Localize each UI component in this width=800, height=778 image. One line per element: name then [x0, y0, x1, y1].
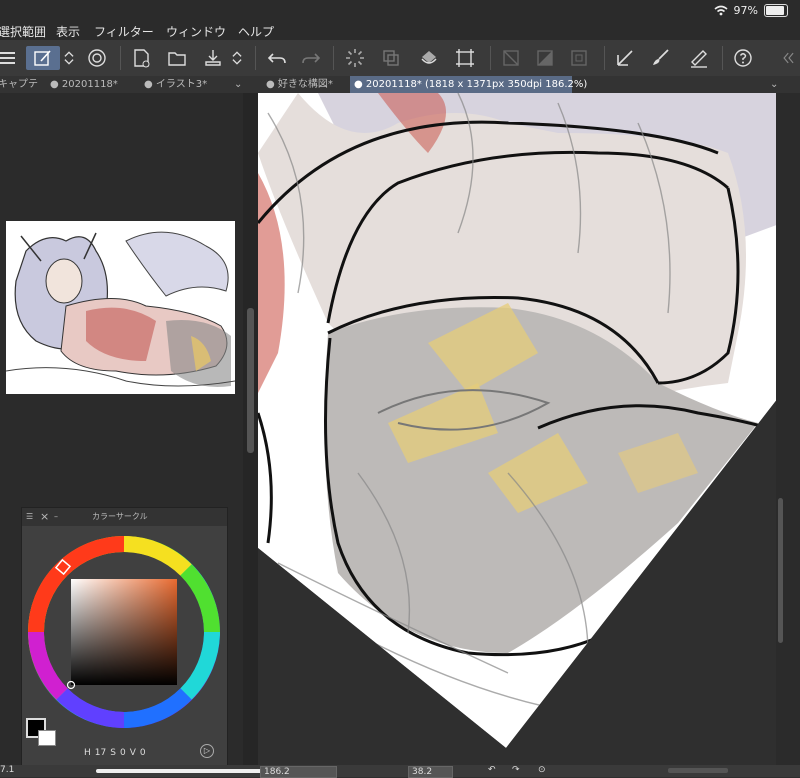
panel-menu-icon[interactable]: ☰ [26, 508, 33, 526]
canvas-scrollbar-thumb[interactable] [778, 498, 783, 643]
fill-bucket-icon[interactable] [416, 46, 442, 70]
status-bar: 97% [714, 4, 788, 17]
tab-left-1[interactable]: ● 20201118* [46, 76, 118, 93]
bottom-bar: 7.1 186.2 38.2 ↶ ↷ ⊙ [0, 765, 800, 778]
zoom-slider[interactable] [96, 769, 266, 773]
edit-layer-icon[interactable] [26, 46, 60, 70]
close-icon[interactable]: × [40, 508, 49, 526]
hsv-readout: H 17 S 0 V 0 [84, 748, 146, 758]
tab-left-0[interactable]: キャプテ [0, 76, 38, 93]
menu-bar: 選択範囲 表示 フィルター ウィンドウ ヘルプ 97% [0, 0, 800, 40]
color-panel-header: ☰ × – カラーサークル [22, 508, 227, 526]
sub-color-swatch[interactable] [38, 730, 56, 746]
chevron-left-double-icon[interactable] [780, 46, 798, 70]
h-label: H [84, 748, 91, 758]
bottom-scroll-thumb[interactable] [668, 768, 728, 773]
navigator-panel: ☰ × – カラーサークル H 17 S 0 V 0 ▷ [0, 93, 243, 767]
transform-icon[interactable] [452, 46, 478, 70]
tab-left-2[interactable]: ● イラスト3* [140, 76, 207, 93]
brush-icon[interactable] [648, 46, 674, 70]
canvas-tab-bar: ● 好きな構図* ● 20201118* (1818 x 1371px 350d… [258, 76, 800, 93]
chevron-down-icon[interactable]: ⌄ [230, 76, 242, 93]
tab-left-2-label: イラスト3* [155, 79, 208, 90]
angle-field[interactable]: 38.2 [408, 766, 453, 778]
chevron-updown-icon[interactable] [60, 46, 78, 70]
spiral-icon[interactable] [84, 46, 110, 70]
color-wheel-panel: ☰ × – カラーサークル H 17 S 0 V 0 ▷ [21, 507, 228, 767]
wifi-icon [714, 5, 728, 16]
color-panel-title: カラーサークル [92, 512, 148, 521]
play-icon[interactable]: ▷ [200, 744, 214, 758]
h-value: 17 [94, 748, 107, 758]
battery-icon [764, 4, 788, 17]
panel-scrollbar[interactable] [243, 93, 258, 765]
save-icon[interactable] [200, 46, 226, 70]
tab-canvas-0-label: 好きな構図* [277, 79, 333, 90]
tab-canvas-1[interactable]: ● 20201118* (1818 x 1371px 350dpi 186.2%… [350, 76, 587, 93]
rotate-left-icon[interactable]: ↶ [488, 765, 496, 775]
open-folder-icon[interactable] [164, 46, 190, 70]
drawing-canvas[interactable] [258, 93, 782, 765]
redo-icon[interactable] [298, 46, 324, 70]
s-value: 0 [119, 748, 126, 758]
v-value: 0 [139, 748, 146, 758]
zoom-field[interactable]: 186.2 [260, 766, 337, 778]
new-file-icon[interactable] [128, 46, 154, 70]
left-readout: 7.1 [0, 765, 15, 775]
help-icon[interactable] [730, 46, 756, 70]
command-bar [0, 40, 800, 77]
tab-canvas-0[interactable]: ● 好きな構図* [262, 76, 333, 93]
canvas-scrollbar[interactable] [776, 93, 800, 765]
selection-border-icon[interactable] [566, 46, 592, 70]
minimize-icon[interactable]: – [54, 508, 58, 526]
menu-icon[interactable] [0, 46, 20, 70]
pencil-icon[interactable] [686, 46, 712, 70]
illustration-thumbnail [6, 231, 235, 387]
loading-icon[interactable] [342, 46, 368, 70]
menu-view[interactable]: 表示 [56, 24, 80, 40]
scrollbar-thumb[interactable] [247, 308, 254, 453]
menu-help[interactable]: ヘルプ [238, 24, 274, 40]
s-label: S [110, 748, 116, 758]
canvas-artwork [258, 93, 782, 765]
copy-icon[interactable] [378, 46, 404, 70]
battery-percent: 97% [733, 4, 758, 17]
navigator-thumbnail[interactable] [6, 221, 235, 394]
ruler-pen-icon[interactable] [612, 46, 638, 70]
left-tab-bar: キャプテ ● 20201118* ● イラスト3* ⌄ [0, 76, 258, 93]
rotate-right-icon[interactable]: ↷ [512, 765, 520, 775]
v-label: V [129, 748, 136, 758]
invert-selection-icon[interactable] [532, 46, 558, 70]
tab-canvas-1-label: 20201118* (1818 x 1371px 350dpi 186.2%) [365, 79, 588, 90]
menu-filter[interactable]: フィルター [94, 24, 154, 40]
undo-icon[interactable] [264, 46, 290, 70]
menu-selection[interactable]: 選択範囲 [0, 24, 46, 40]
tab-left-1-label: 20201118* [61, 79, 118, 90]
color-wheel[interactable] [26, 534, 222, 730]
reset-rotation-icon[interactable]: ⊙ [538, 765, 546, 775]
chevron-down-icon-2[interactable]: ⌄ [766, 76, 778, 93]
chevron-updown-icon-2[interactable] [228, 46, 246, 70]
menu-window[interactable]: ウィンドウ [166, 24, 226, 40]
clear-selection-icon[interactable] [498, 46, 524, 70]
